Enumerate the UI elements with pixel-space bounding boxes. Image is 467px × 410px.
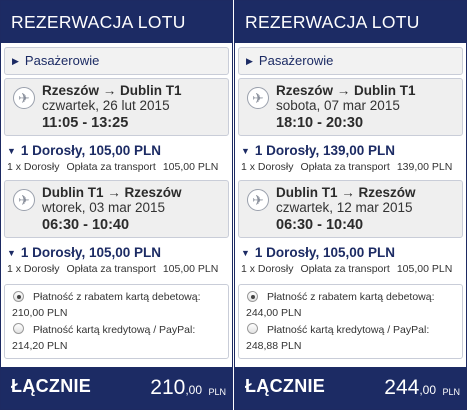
debit-card-label: Płatność z rabatem kartą debetową:	[267, 291, 435, 303]
fee-line: 1 x Dorosły Opłata za transport 139,00 PLN	[241, 161, 452, 173]
total-amount-cents: ,00	[419, 383, 436, 397]
credit-card-amount: 248,88 PLN	[246, 340, 302, 352]
plane-icon: ✈	[247, 189, 269, 211]
plane-icon: ✈	[13, 87, 35, 109]
triangle-right-icon: ▶	[12, 56, 19, 66]
flight-time: 06:30 - 10:40	[42, 217, 130, 233]
total-amount: 210,00	[150, 376, 202, 400]
fare-toggle[interactable]: ▼ 1 Dorosły, 139,00 PLN	[241, 143, 395, 158]
fee-amount: 105,00 PLN	[162, 161, 219, 173]
total-amount-whole: 244	[384, 376, 420, 399]
fare-toggle[interactable]: ▼ 1 Dorosły, 105,00 PLN	[7, 143, 161, 158]
return-flight-box: ✈ Dublin T1 → Rzeszów wtorek, 03 mar 201…	[4, 180, 229, 238]
panel-title: REZERWACJA LOTU	[1, 1, 232, 43]
credit-card-radio[interactable]	[13, 323, 24, 334]
fare-summary: 1 Dorosły, 105,00 PLN	[20, 245, 161, 260]
credit-card-label: Płatność kartą kredytową / PayPal:	[267, 324, 430, 336]
fee-label: Opłata za transport	[300, 263, 390, 275]
total-bar: ŁĄCZNIE 244,00 PLN	[235, 367, 466, 409]
fee-line: 1 x Dorosły Opłata za transport 105,00 PLN	[7, 263, 218, 275]
return-flight-box: ✈ Dublin T1 → Rzeszów czwartek, 12 mar 2…	[238, 180, 463, 238]
payment-options: Płatność z rabatem kartą debetową: 244,0…	[238, 284, 463, 359]
flight-date: czwartek, 26 lut 2015	[42, 98, 170, 113]
total-bar: ŁĄCZNIE 210,00 PLN	[1, 367, 232, 409]
debit-card-radio[interactable]	[13, 291, 24, 302]
total-label: ŁĄCZNIE	[245, 376, 326, 396]
fare-toggle[interactable]: ▼ 1 Dorosły, 105,00 PLN	[7, 245, 161, 260]
fee-label: Opłata za transport	[66, 263, 156, 275]
fare-summary: 1 Dorosły, 139,00 PLN	[254, 143, 395, 158]
flight-route: Dublin T1 → Rzeszów	[276, 185, 416, 200]
fee-label: Opłata za transport	[66, 161, 156, 173]
fee-label: Opłata za transport	[300, 161, 390, 173]
panel-title: REZERWACJA LOTU	[235, 1, 466, 43]
total-amount: 244,00	[384, 376, 436, 400]
triangle-down-icon: ▼	[241, 248, 250, 258]
triangle-down-icon: ▼	[7, 248, 16, 258]
fee-passenger: 1 x Dorosły	[7, 161, 60, 173]
fee-line: 1 x Dorosły Opłata za transport 105,00 PLN	[241, 263, 452, 275]
flight-time: 06:30 - 10:40	[276, 217, 364, 233]
booking-panel-1: REZERWACJA LOTU ▶ Pasażerowie ✈ Rzeszów →…	[0, 0, 233, 410]
fee-amount: 139,00 PLN	[396, 161, 453, 173]
total-amount-whole: 210	[150, 376, 186, 399]
debit-card-amount: 210,00 PLN	[12, 307, 68, 319]
fee-passenger: 1 x Dorosły	[241, 263, 294, 275]
flight-time: 11:05 - 13:25	[42, 115, 129, 131]
booking-panel-2: REZERWACJA LOTU ▶ Pasażerowie ✈ Rzeszów →…	[234, 0, 467, 410]
flight-date: wtorek, 03 mar 2015	[42, 200, 166, 215]
debit-card-radio[interactable]	[247, 291, 258, 302]
triangle-down-icon: ▼	[7, 146, 16, 156]
credit-card-label: Płatność kartą kredytową / PayPal:	[33, 324, 196, 336]
fee-passenger: 1 x Dorosły	[241, 161, 294, 173]
flight-time: 18:10 - 20:30	[276, 115, 364, 131]
passengers-toggle[interactable]: ▶ Pasażerowie	[238, 47, 463, 75]
flight-date: czwartek, 12 mar 2015	[276, 200, 413, 215]
passengers-toggle[interactable]: ▶ Pasażerowie	[4, 47, 229, 75]
credit-card-amount: 214,20 PLN	[12, 340, 68, 352]
flight-route: Dublin T1 → Rzeszów	[42, 185, 182, 200]
passengers-label: Pasażerowie	[24, 53, 100, 68]
total-label: ŁĄCZNIE	[11, 376, 92, 396]
fee-passenger: 1 x Dorosły	[7, 263, 60, 275]
debit-card-label: Płatność z rabatem kartą debetową:	[33, 291, 201, 303]
outbound-flight-box: ✈ Rzeszów → Dublin T1 czwartek, 26 lut 2…	[4, 78, 229, 136]
total-currency: PLN	[208, 387, 226, 397]
triangle-down-icon: ▼	[241, 146, 250, 156]
fare-summary: 1 Dorosły, 105,00 PLN	[254, 245, 395, 260]
credit-card-radio[interactable]	[247, 323, 258, 334]
passengers-label: Pasażerowie	[258, 53, 334, 68]
total-amount-cents: ,00	[185, 383, 202, 397]
fee-line: 1 x Dorosły Opłata za transport 105,00 PLN	[7, 161, 218, 173]
plane-icon: ✈	[13, 189, 35, 211]
total-currency: PLN	[442, 387, 460, 397]
flight-route: Rzeszów → Dublin T1	[42, 83, 182, 98]
flight-route: Rzeszów → Dublin T1	[276, 83, 416, 98]
fare-toggle[interactable]: ▼ 1 Dorosły, 105,00 PLN	[241, 245, 395, 260]
payment-options: Płatność z rabatem kartą debetową: 210,0…	[4, 284, 229, 359]
fee-amount: 105,00 PLN	[396, 263, 453, 275]
fee-amount: 105,00 PLN	[162, 263, 219, 275]
debit-card-amount: 244,00 PLN	[246, 307, 302, 319]
fare-summary: 1 Dorosły, 105,00 PLN	[20, 143, 161, 158]
flight-date: sobota, 07 mar 2015	[276, 98, 400, 113]
plane-icon: ✈	[247, 87, 269, 109]
outbound-flight-box: ✈ Rzeszów → Dublin T1 sobota, 07 mar 201…	[238, 78, 463, 136]
triangle-right-icon: ▶	[246, 56, 253, 66]
